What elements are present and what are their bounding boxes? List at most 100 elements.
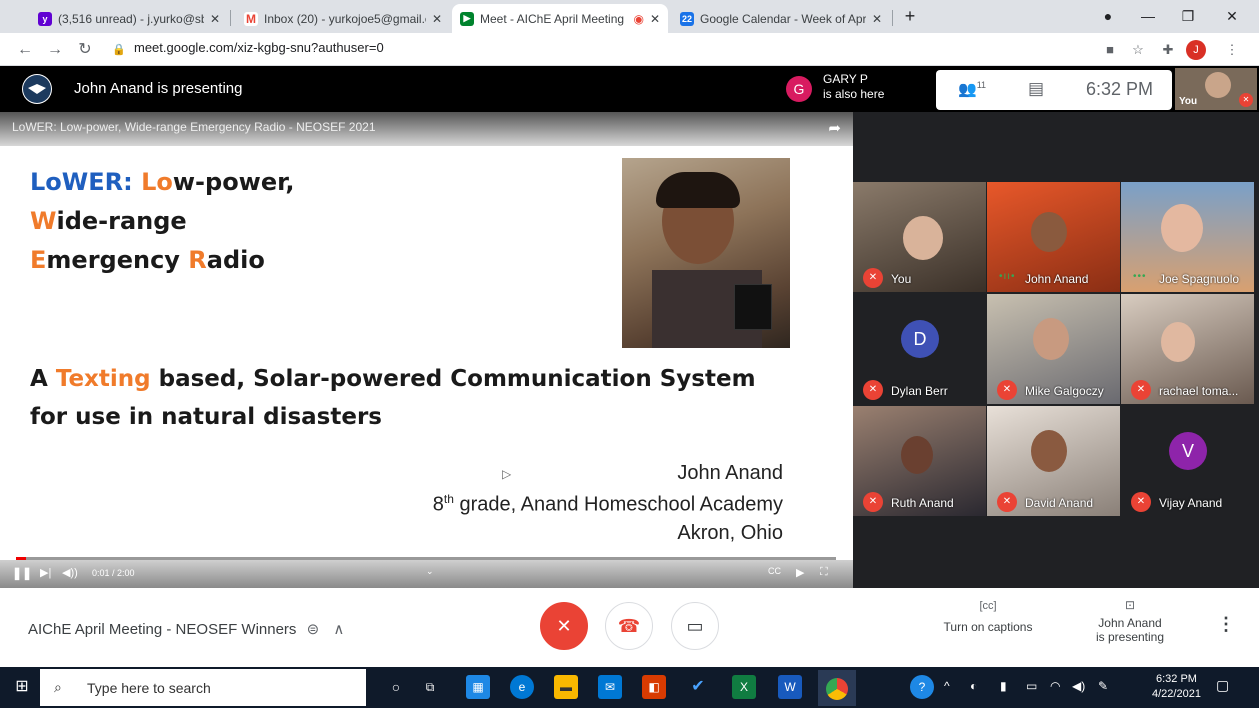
- extensions-icon[interactable]: ✚: [1158, 40, 1178, 60]
- cortana-icon[interactable]: ○: [384, 675, 408, 699]
- participant-tile[interactable]: ✕ rachael toma...: [1121, 294, 1254, 404]
- mic-off-icon: ✕: [556, 616, 572, 636]
- office-icon[interactable]: ◧: [642, 675, 666, 699]
- menu-kebab-icon[interactable]: ⋮: [1222, 40, 1242, 60]
- presentation-area[interactable]: LoWER: Low-power, Wide-range Emergency R…: [0, 112, 853, 588]
- app-tray-icon[interactable]: ◐: [970, 679, 977, 693]
- video-header: LoWER: Low-power, Wide-range Emergency R…: [0, 112, 853, 146]
- chrome-taskbar-button[interactable]: [818, 670, 856, 706]
- leave-call-button[interactable]: ☎: [605, 602, 653, 650]
- close-icon[interactable]: ✕: [210, 12, 220, 26]
- camera-icon[interactable]: ■: [1100, 40, 1120, 60]
- participants-button[interactable]: 👥11: [958, 80, 986, 98]
- taskbar-search-box[interactable]: ⌕ Type here to search: [40, 669, 366, 706]
- captions-button[interactable]: [cc] Turn on captions: [938, 600, 1038, 634]
- youtube-icon[interactable]: ▶: [796, 566, 804, 579]
- presenter-logo: [22, 74, 52, 104]
- title-accent: R: [188, 246, 207, 274]
- todo-icon[interactable]: ✔: [686, 675, 710, 699]
- file-explorer-icon[interactable]: ▬: [554, 675, 578, 699]
- next-icon[interactable]: ▶|: [40, 566, 51, 579]
- meet-top-bar: John Anand is presenting G GARY P is als…: [0, 66, 1259, 112]
- tab-yahoo-mail[interactable]: y (3,516 unread) - j.yurko@sbcglob ✕: [30, 4, 228, 33]
- tab-search-icon[interactable]: ●: [1088, 4, 1128, 28]
- meeting-details-button[interactable]: AIChE April Meeting - NEOSEF Winners ⊜ ∧: [28, 620, 344, 638]
- present-screen-icon: ⊡: [1124, 598, 1136, 612]
- also-here-name: GARY P: [823, 72, 868, 86]
- chevron-up-icon[interactable]: ^: [944, 679, 950, 693]
- meet-icon: ▶: [460, 11, 474, 26]
- close-window-icon[interactable]: ✕: [1212, 4, 1252, 28]
- chevron-down-icon[interactable]: ⌄: [426, 566, 434, 577]
- windows-start-icon[interactable]: ⊞: [10, 675, 34, 699]
- pen-icon[interactable]: ✎: [1098, 679, 1108, 693]
- volume-icon[interactable]: ◀)): [62, 566, 78, 579]
- participant-tile[interactable]: ✕ Mike Galgoczy: [987, 294, 1120, 404]
- participant-tile[interactable]: D ✕ Dylan Berr: [853, 294, 986, 404]
- chevron-up-icon: ∧: [333, 621, 345, 638]
- tab-divider: [230, 10, 231, 26]
- close-icon[interactable]: ✕: [872, 12, 882, 26]
- presenting-label-2: is presenting: [1095, 630, 1165, 644]
- minimize-icon[interactable]: —: [1128, 4, 1168, 28]
- also-here-text: is also here: [823, 87, 885, 101]
- participant-name: You: [891, 272, 912, 286]
- task-view-icon[interactable]: ⧉: [418, 675, 442, 699]
- help-icon[interactable]: ?: [910, 675, 934, 699]
- excel-icon[interactable]: X: [732, 675, 756, 699]
- video-title: LoWER: Low-power, Wide-range Emergency R…: [12, 120, 376, 134]
- microphone-icon[interactable]: ▮: [1000, 679, 1007, 693]
- notifications-icon[interactable]: ▢: [1216, 677, 1229, 694]
- participant-tile[interactable]: ✕ David Anand: [987, 406, 1120, 516]
- participant-name: John Anand: [1025, 272, 1089, 286]
- mic-off-icon: ✕: [997, 380, 1017, 400]
- subtitle-text: based, Solar-powered Communication Syste…: [150, 366, 756, 392]
- self-view-tile[interactable]: You ✕: [1175, 68, 1257, 110]
- captions-icon[interactable]: CC: [768, 566, 781, 576]
- reload-icon[interactable]: ↻: [74, 39, 96, 61]
- browser-tab-bar: y (3,516 unread) - j.yurko@sbcglob ✕ M I…: [0, 0, 1259, 33]
- tab-gmail[interactable]: M Inbox (20) - yurkojoe5@gmail.co ✕: [236, 4, 450, 33]
- gmail-icon: M: [244, 11, 258, 26]
- mail-icon[interactable]: ✉: [598, 675, 622, 699]
- url-field[interactable]: meet.google.com/xiz-kgbg-snu?authuser=0: [134, 40, 384, 55]
- mic-toggle-button[interactable]: ✕: [540, 602, 588, 650]
- present-button[interactable]: ⊡ John Anand is presenting: [1078, 598, 1182, 644]
- new-tab-button[interactable]: +: [890, 4, 930, 28]
- participant-tile[interactable]: ✕ You: [853, 182, 986, 292]
- mic-off-icon: ✕: [863, 380, 883, 400]
- subtitle-accent: Texting: [55, 366, 151, 392]
- camera-toggle-button[interactable]: ▭: [671, 602, 719, 650]
- profile-avatar[interactable]: J: [1186, 40, 1206, 60]
- battery-icon[interactable]: ▭: [1026, 679, 1037, 693]
- address-bar: ← → ↻ 🔒 meet.google.com/xiz-kgbg-snu?aut…: [0, 33, 1259, 66]
- edge-icon[interactable]: e: [510, 675, 534, 699]
- wifi-icon[interactable]: ◠: [1050, 679, 1060, 693]
- word-icon[interactable]: W: [778, 675, 802, 699]
- bookmark-star-icon[interactable]: ☆: [1128, 40, 1148, 60]
- participant-tile[interactable]: ••• Joe Spagnuolo: [1121, 182, 1254, 292]
- tab-calendar[interactable]: 22 Google Calendar - Week of April ✕: [672, 4, 890, 33]
- restore-icon[interactable]: ❐: [1168, 4, 1208, 28]
- captions-icon: [cc]: [979, 600, 997, 612]
- calendar-app-icon[interactable]: ▦: [466, 675, 490, 699]
- participant-name: Joe Spagnuolo: [1159, 272, 1240, 286]
- pause-icon[interactable]: ❚❚: [12, 566, 32, 580]
- participant-tile[interactable]: V ✕ Vijay Anand: [1121, 406, 1254, 516]
- meet-info-panel: 👥11 ▤ 6:32 PM: [936, 70, 1172, 110]
- chat-icon[interactable]: ▤: [1028, 79, 1044, 99]
- volume-icon[interactable]: ◀): [1072, 679, 1085, 693]
- fullscreen-icon[interactable]: ⛶: [820, 566, 828, 579]
- participant-tile[interactable]: ✕ Ruth Anand: [853, 406, 986, 516]
- taskbar-clock[interactable]: 6:32 PM 4/22/2021: [1152, 672, 1201, 702]
- close-icon[interactable]: ✕: [650, 12, 660, 26]
- slide-title-line-1: LoWER: Low-power,: [30, 168, 295, 196]
- share-icon[interactable]: ➦: [828, 119, 841, 137]
- more-options-icon[interactable]: ⋮: [1216, 614, 1236, 635]
- tab-meet[interactable]: ▶ Meet - AIChE April Meeting ◉ ✕: [452, 4, 668, 33]
- mic-off-icon: ✕: [1131, 492, 1151, 512]
- forward-arrow-icon[interactable]: →: [44, 39, 66, 61]
- close-icon[interactable]: ✕: [432, 12, 442, 26]
- participant-tile[interactable]: •ıı• John Anand: [987, 182, 1120, 292]
- back-arrow-icon[interactable]: ←: [14, 39, 36, 61]
